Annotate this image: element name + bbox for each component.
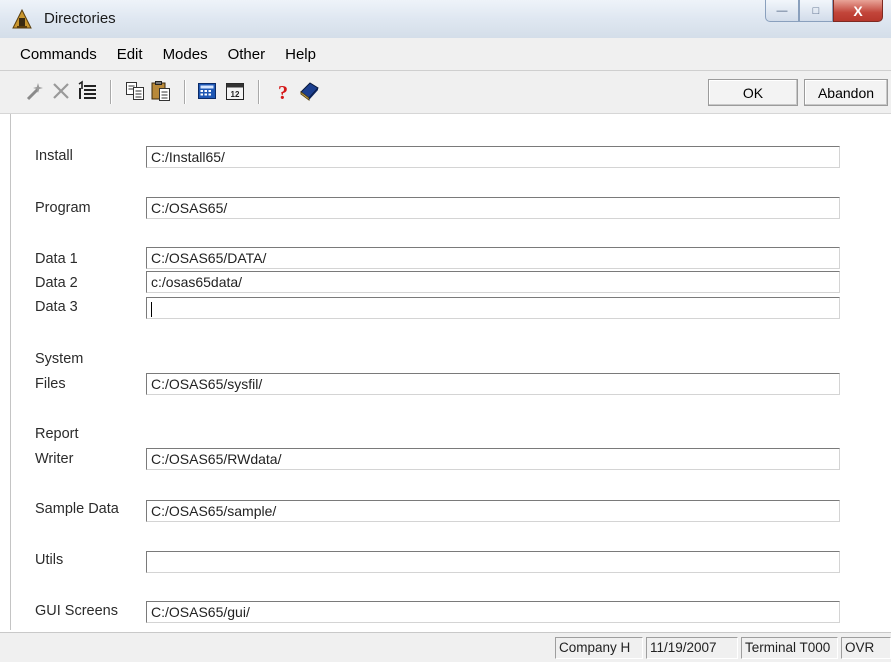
ok-button[interactable]: OK — [708, 79, 798, 106]
status-company: Company H — [555, 637, 643, 659]
wand-icon[interactable] — [24, 80, 46, 102]
menu-other[interactable]: Other — [219, 46, 277, 63]
help-icon[interactable]: ? — [272, 80, 294, 102]
close-button[interactable]: X — [833, 0, 883, 22]
menu-modes[interactable]: Modes — [154, 46, 219, 63]
app-icon — [12, 9, 32, 29]
window-title: Directories — [44, 10, 116, 27]
svg-text:12: 12 — [231, 90, 240, 99]
copy-icon[interactable] — [124, 80, 146, 102]
status-terminal: Terminal T000 — [741, 637, 838, 659]
window-controls: — □ X — [765, 0, 883, 22]
toolbar-separator — [110, 80, 112, 104]
status-bar: Company H 11/19/2007 Terminal T000 OVR — [0, 632, 891, 662]
toolbar-separator — [258, 80, 260, 104]
abandon-button[interactable]: Abandon — [804, 79, 888, 106]
utils-label: Utils — [35, 552, 64, 568]
data2-input[interactable]: c:/osas65data/ — [146, 271, 840, 293]
minimize-button[interactable]: — — [765, 0, 799, 22]
calculator-icon[interactable] — [196, 80, 218, 102]
gui-screens-input[interactable]: C:/OSAS65/gui/ — [146, 601, 840, 623]
system-files-label-line2: Files — [35, 376, 66, 392]
data1-label: Data 1 — [35, 251, 78, 267]
data3-input[interactable] — [146, 297, 840, 319]
utils-input[interactable] — [146, 551, 840, 573]
report-writer-input[interactable]: C:/OSAS65/RWdata/ — [146, 448, 840, 470]
data1-input[interactable]: C:/OSAS65/DATA/ — [146, 247, 840, 269]
list-icon[interactable] — [76, 80, 98, 102]
sample-data-input[interactable]: C:/OSAS65/sample/ — [146, 500, 840, 522]
book-icon[interactable] — [298, 80, 320, 102]
program-label: Program — [35, 200, 91, 216]
svg-text:?: ? — [278, 82, 288, 102]
sample-data-label: Sample Data — [35, 501, 119, 517]
system-files-label-line1: System — [35, 351, 84, 367]
maximize-button[interactable]: □ — [799, 0, 833, 22]
menu-bar: Commands Edit Modes Other Help — [0, 38, 891, 71]
install-input[interactable]: C:/Install65/ — [146, 146, 840, 168]
data3-label: Data 3 — [35, 299, 78, 315]
system-files-input[interactable]: C:/OSAS65/sysfil/ — [146, 373, 840, 395]
menu-help[interactable]: Help — [276, 46, 327, 63]
menu-commands[interactable]: Commands — [0, 46, 108, 63]
menu-edit[interactable]: Edit — [108, 46, 154, 63]
title-bar: Directories — □ X — [0, 0, 891, 39]
delete-icon[interactable] — [50, 80, 72, 102]
paste-icon[interactable] — [150, 80, 172, 102]
status-mode: OVR — [841, 637, 891, 659]
status-date: 11/19/2007 — [646, 637, 738, 659]
calendar-icon[interactable]: 12 — [224, 80, 246, 102]
report-writer-label-line1: Report — [35, 426, 79, 442]
gui-screens-label: GUI Screens — [35, 603, 118, 619]
directories-form: Install C:/Install65/ Program C:/OSAS65/… — [10, 114, 891, 630]
program-input[interactable]: C:/OSAS65/ — [146, 197, 840, 219]
toolbar-separator — [184, 80, 186, 104]
text-caret — [151, 301, 152, 317]
install-label: Install — [35, 148, 73, 164]
data2-label: Data 2 — [35, 275, 78, 291]
toolbar: 12 ? OK Abandon — [0, 71, 891, 114]
report-writer-label-line2: Writer — [35, 451, 74, 467]
